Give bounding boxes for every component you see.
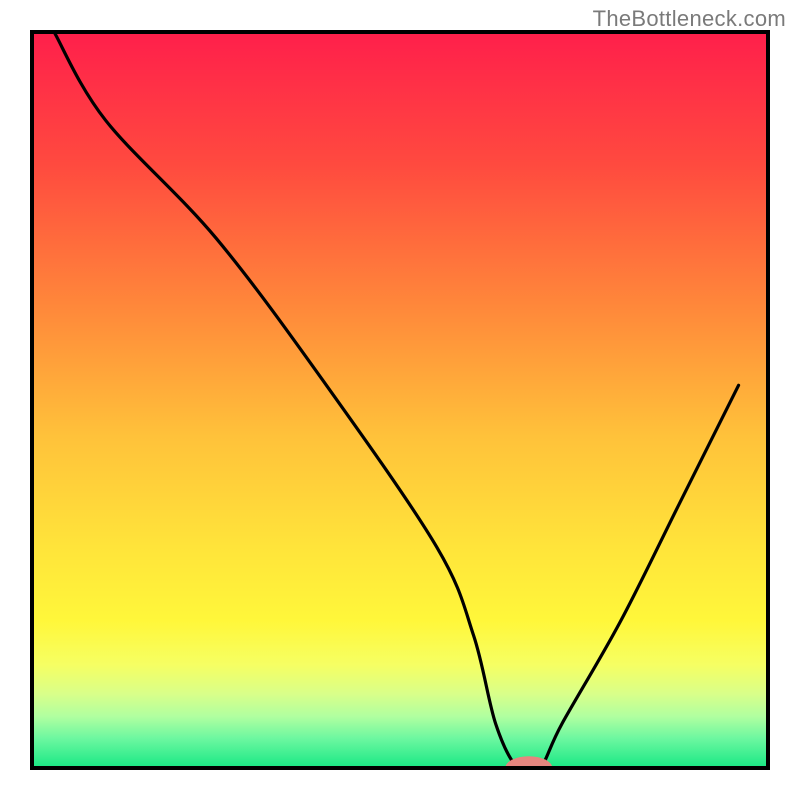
bottleneck-chart: [0, 0, 800, 800]
watermark-text: TheBottleneck.com: [593, 6, 786, 32]
chart-container: { "watermark": "TheBottleneck.com", "cha…: [0, 0, 800, 800]
plot-background: [32, 32, 768, 768]
